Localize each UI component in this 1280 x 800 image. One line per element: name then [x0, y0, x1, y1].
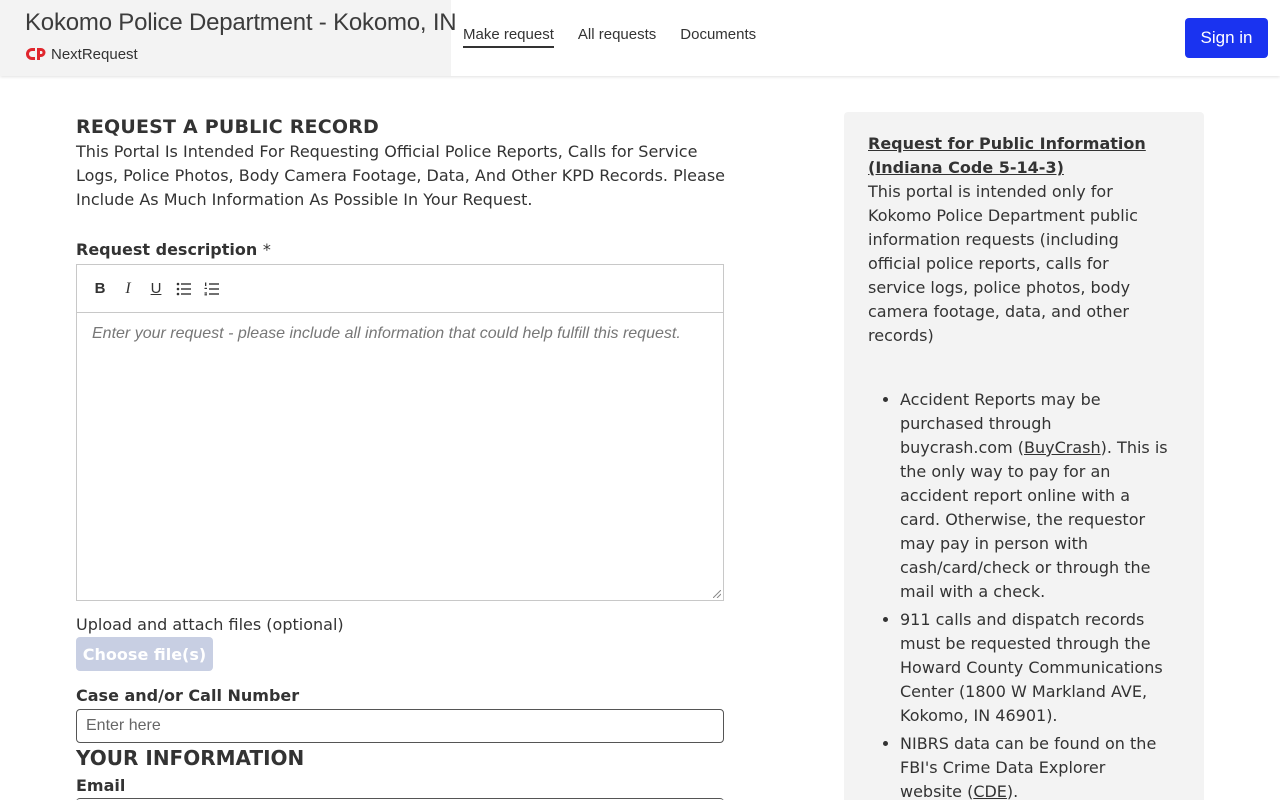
numbered-list-icon[interactable]: [203, 280, 221, 298]
choose-files-button[interactable]: Choose file(s): [76, 637, 213, 671]
nextrequest-logo-icon: [26, 48, 46, 60]
nav-make-request[interactable]: Make request: [463, 26, 554, 48]
upload-label: Upload and attach files (optional): [76, 615, 344, 634]
sign-in-button[interactable]: Sign in: [1185, 18, 1268, 58]
agency-name[interactable]: Kokomo Police Department - Kokomo, IN: [25, 9, 457, 37]
list-item-text: ). This is the only way to pay for an ac…: [900, 438, 1168, 601]
email-label: Email: [76, 776, 126, 795]
resize-handle-icon[interactable]: [713, 590, 721, 598]
top-header: Kokomo Police Department - Kokomo, IN Ne…: [0, 0, 1280, 76]
nextrequest-logo-text: NextRequest: [51, 45, 138, 63]
list-item-text: ).: [1006, 782, 1019, 800]
your-information-heading: YOUR INFORMATION: [76, 746, 305, 770]
sidebar-heading: Request for Public Information (Indiana …: [868, 134, 1146, 177]
sidebar-list: Accident Reports may be purchased throug…: [868, 388, 1168, 800]
form-intro: This Portal Is Intended For Requesting O…: [76, 142, 726, 209]
sidebar-content: Request for Public Information (Indiana …: [868, 132, 1168, 800]
underline-icon[interactable]: U: [147, 280, 165, 298]
request-description-label-text: Request description: [76, 240, 258, 259]
bullet-list-icon[interactable]: [175, 280, 193, 298]
buycrash-link[interactable]: BuyCrash: [1024, 438, 1101, 457]
italic-icon[interactable]: I: [119, 280, 137, 298]
main-nav: Make request All requests Documents: [463, 26, 756, 48]
cde-link[interactable]: CDE: [973, 782, 1007, 800]
bold-icon[interactable]: B: [91, 280, 109, 298]
nav-all-requests[interactable]: All requests: [578, 26, 656, 48]
required-marker: *: [262, 240, 271, 259]
list-item: NIBRS data can be found on the FBI's Cri…: [900, 732, 1168, 800]
info-sidebar: Request for Public Information (Indiana …: [844, 112, 1204, 800]
nav-documents[interactable]: Documents: [680, 26, 756, 48]
editor-toolbar: B I U: [77, 265, 723, 313]
request-description-editor: B I U Enter your request - please includ…: [76, 264, 724, 601]
request-form: REQUEST A PUBLIC RECORD This Portal Is I…: [76, 112, 725, 799]
list-item: 911 calls and dispatch records must be r…: [900, 608, 1168, 728]
list-item-text: 911 calls and dispatch records must be r…: [900, 610, 1163, 725]
page-title: REQUEST A PUBLIC RECORD: [76, 116, 380, 138]
case-number-input[interactable]: [76, 709, 724, 743]
case-number-label: Case and/or Call Number: [76, 686, 300, 705]
nextrequest-logo: NextRequest: [25, 45, 138, 63]
request-description-label: Request description *: [76, 240, 271, 259]
list-item: Accident Reports may be purchased throug…: [900, 388, 1168, 604]
brand-area: Kokomo Police Department - Kokomo, IN Ne…: [0, 0, 457, 76]
request-description-input[interactable]: Enter your request - please include all …: [77, 313, 723, 355]
list-item-text: NIBRS data can be found on the FBI's Cri…: [900, 734, 1157, 800]
sidebar-intro: This portal is intended only for Kokomo …: [868, 182, 1138, 345]
